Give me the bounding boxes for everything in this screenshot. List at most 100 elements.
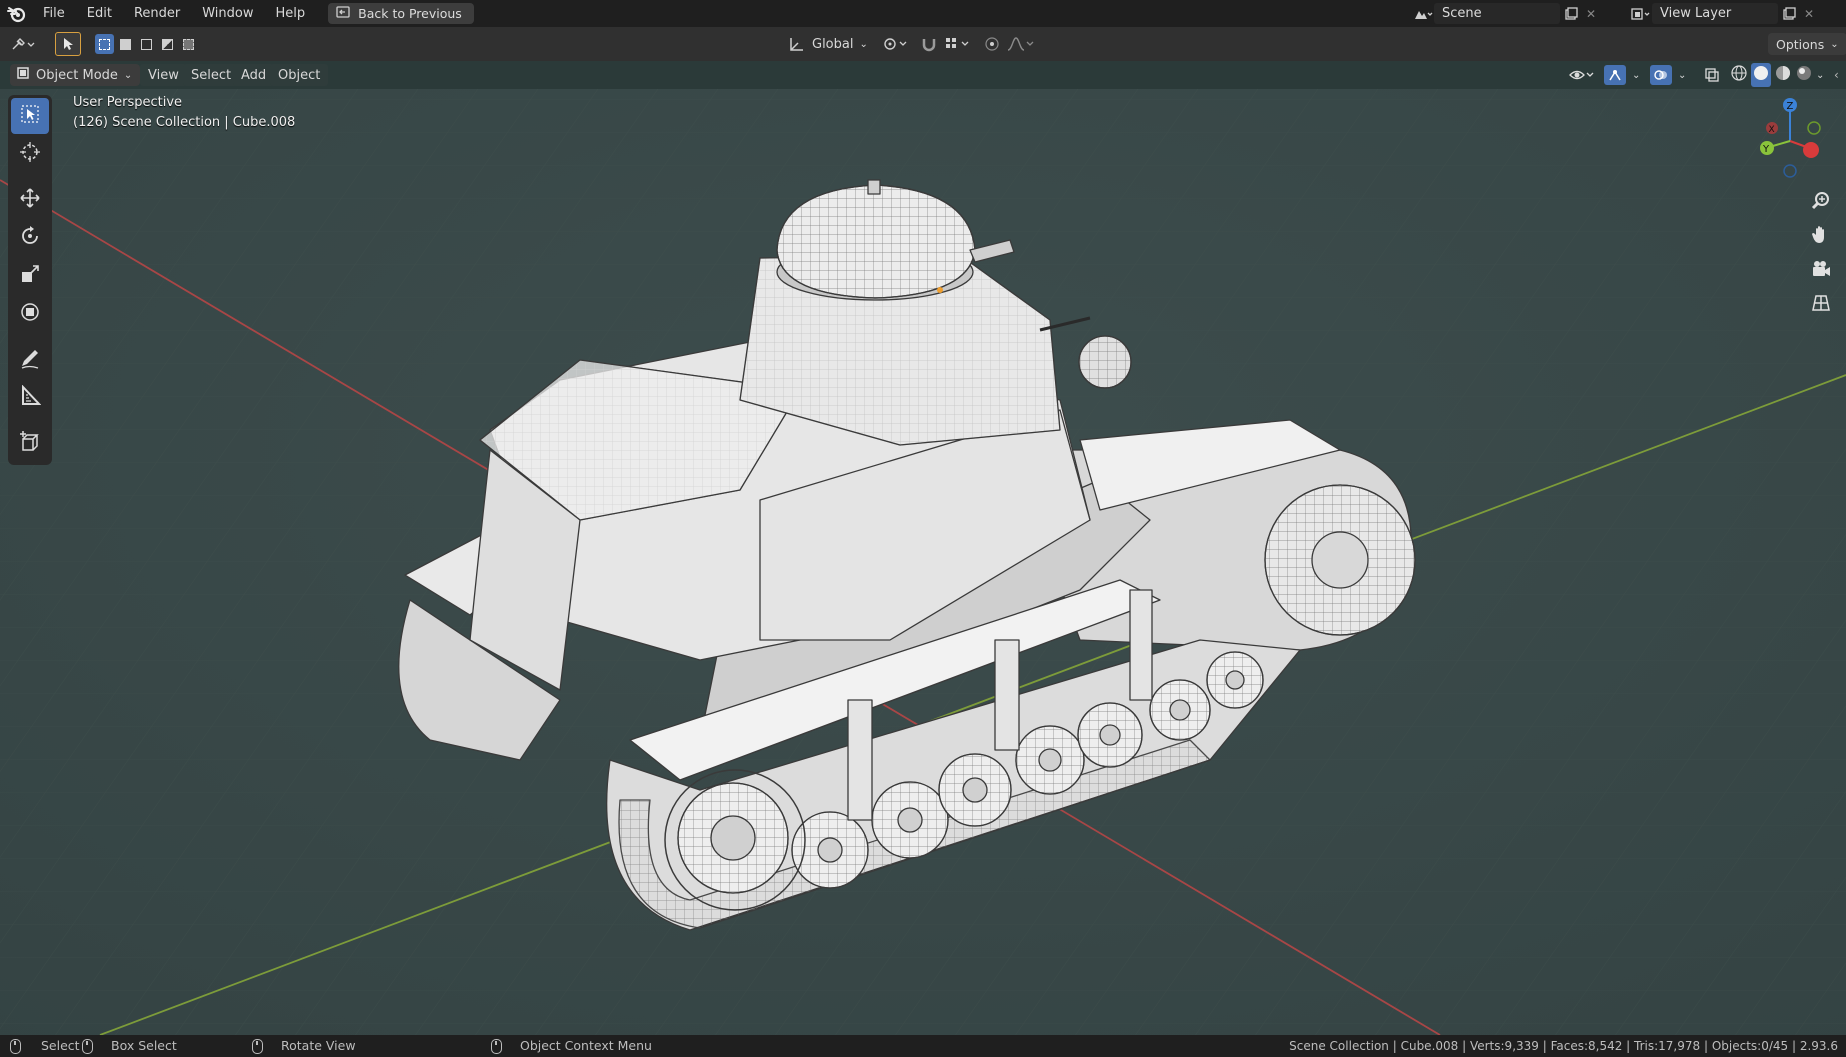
camera-view-button[interactable] xyxy=(1804,256,1838,286)
overlays-icon xyxy=(1650,65,1672,85)
snap-toggle[interactable] xyxy=(920,33,940,55)
3d-viewport[interactable]: User Perspective (126) Scene Collection … xyxy=(0,61,1846,1035)
select-menu[interactable]: Select xyxy=(183,64,240,86)
chevron-down-icon[interactable]: ⌄ xyxy=(1816,70,1824,81)
pivot-point-dropdown[interactable] xyxy=(882,33,910,55)
status-select: Select xyxy=(10,1035,80,1057)
shading-mode-group: ⌄ xyxy=(1730,63,1824,87)
menu-window[interactable]: Window xyxy=(191,0,264,27)
pan-view-button[interactable] xyxy=(1804,222,1838,252)
add-cube-icon xyxy=(19,431,41,457)
status-context-menu-label: Object Context Menu xyxy=(520,1038,652,1053)
view-layer-browse-icon[interactable] xyxy=(1630,3,1652,24)
new-scene-icon[interactable] xyxy=(1560,3,1582,24)
navigation-gizmo[interactable]: Z Y X xyxy=(1752,93,1832,183)
transform-orientation-dropdown[interactable]: Global ⌄ xyxy=(788,33,868,55)
solid-shading-icon[interactable] xyxy=(1751,63,1771,87)
mouse-middle-icon xyxy=(252,1038,263,1054)
view-layer-name-field[interactable]: View Layer xyxy=(1652,3,1778,24)
annotate-tool[interactable] xyxy=(11,342,49,378)
viewport-collection-label: (126) Scene Collection | Cube.008 xyxy=(73,115,296,130)
top-menu-bar: File Edit Render Window Help Back to Pre… xyxy=(0,0,1846,27)
status-context-menu: Object Context Menu xyxy=(491,1035,652,1057)
tool-header: Global ⌄ Options ⌄ xyxy=(0,27,1846,61)
proportional-editing-toggle[interactable] xyxy=(984,33,1000,55)
proportional-falloff-dropdown[interactable] xyxy=(1006,33,1036,55)
select-intersect-icon[interactable] xyxy=(179,34,198,54)
menu-help[interactable]: Help xyxy=(265,0,317,27)
rotate-tool[interactable] xyxy=(11,220,49,256)
screen-back-icon xyxy=(336,6,350,21)
xray-toggle[interactable] xyxy=(1704,64,1720,86)
status-rotate-view-label: Rotate View xyxy=(281,1038,356,1053)
menu-edit[interactable]: Edit xyxy=(76,0,123,27)
chevron-down-icon: ⌄ xyxy=(1678,69,1687,81)
chevron-down-icon: ⌄ xyxy=(859,38,868,50)
editor-type-icon[interactable] xyxy=(10,33,40,55)
ortho-toggle-button[interactable] xyxy=(1804,290,1838,320)
selection-mode-group xyxy=(95,33,198,55)
select-box-tool[interactable] xyxy=(11,98,49,134)
cursor-tool[interactable] xyxy=(11,136,49,172)
status-select-label: Select xyxy=(41,1038,80,1053)
transform-icon xyxy=(19,301,41,327)
view-menu[interactable]: View xyxy=(140,64,187,86)
scene-name-field[interactable]: Scene xyxy=(1434,3,1560,24)
view-layer-selector: View Layer ✕ xyxy=(1630,3,1818,24)
select-subtract-icon[interactable] xyxy=(137,34,156,54)
visibility-dropdown[interactable] xyxy=(1568,64,1596,86)
camera-icon xyxy=(1811,259,1831,283)
scale-icon xyxy=(19,263,41,289)
select-box-icon xyxy=(20,104,40,128)
back-to-previous-button[interactable]: Back to Previous xyxy=(328,3,474,24)
gizmo-toggle[interactable]: ⌄ xyxy=(1604,64,1640,86)
zoom-view-button[interactable] xyxy=(1804,188,1838,218)
move-icon xyxy=(19,187,41,213)
transform-orientation-label: Global xyxy=(812,36,854,52)
blender-logo-icon[interactable] xyxy=(0,0,32,27)
chevron-down-icon: ⌄ xyxy=(1632,69,1641,81)
chevron-down-icon: ⌄ xyxy=(123,69,133,81)
select-extend-icon[interactable] xyxy=(116,34,135,54)
sidebar-toggle-icon[interactable]: ‹ xyxy=(1834,64,1839,86)
viewport-header: Object Mode ⌄ View Select Add Object ⌄ ⌄… xyxy=(0,61,1846,89)
annotate-icon xyxy=(19,347,41,373)
scale-tool[interactable] xyxy=(11,258,49,294)
options-dropdown[interactable]: Options ⌄ xyxy=(1768,33,1846,55)
remove-view-layer-icon[interactable]: ✕ xyxy=(1800,7,1818,21)
mouse-left-icon xyxy=(10,1038,21,1054)
rendered-shading-icon[interactable] xyxy=(1795,64,1813,86)
scene-statistics: Scene Collection | Cube.008 | Verts:9,33… xyxy=(1289,1039,1838,1053)
overlays-toggle[interactable]: ⌄ xyxy=(1650,64,1686,86)
new-view-layer-icon[interactable] xyxy=(1778,3,1800,24)
object-menu[interactable]: Object xyxy=(270,64,329,86)
select-new-icon[interactable] xyxy=(95,34,114,54)
mode-dropdown[interactable]: Object Mode ⌄ xyxy=(10,64,141,86)
status-box-select-label: Box Select xyxy=(111,1038,177,1053)
wireframe-shading-icon[interactable] xyxy=(1730,64,1748,86)
viewport-scene[interactable] xyxy=(0,61,1846,1035)
move-tool[interactable] xyxy=(11,182,49,218)
scene-browse-icon[interactable] xyxy=(1412,3,1434,24)
remove-scene-icon[interactable]: ✕ xyxy=(1582,7,1600,21)
menu-render[interactable]: Render xyxy=(123,0,191,27)
viewport-navigation-controls xyxy=(1804,188,1838,320)
select-invert-icon[interactable] xyxy=(158,34,177,54)
status-bar: Select Box Select Rotate View Object Con… xyxy=(0,1035,1846,1057)
measure-tool[interactable] xyxy=(11,380,49,416)
grid-perspective-icon xyxy=(1811,293,1831,317)
mode-label: Object Mode xyxy=(36,67,118,83)
options-label: Options xyxy=(1776,36,1825,52)
snap-target-dropdown[interactable] xyxy=(944,33,974,55)
active-tool-button[interactable] xyxy=(55,32,81,56)
measure-icon xyxy=(19,384,42,411)
gizmo-icon xyxy=(1604,65,1626,85)
mouse-drag-icon xyxy=(82,1038,93,1054)
material-shading-icon[interactable] xyxy=(1774,64,1792,86)
add-cube-tool[interactable] xyxy=(11,426,49,462)
object-origin-dot xyxy=(937,287,943,293)
add-menu[interactable]: Add xyxy=(233,64,275,86)
gizmo-x-label: X xyxy=(1769,125,1775,135)
menu-file[interactable]: File xyxy=(32,0,76,27)
transform-tool[interactable] xyxy=(11,296,49,332)
